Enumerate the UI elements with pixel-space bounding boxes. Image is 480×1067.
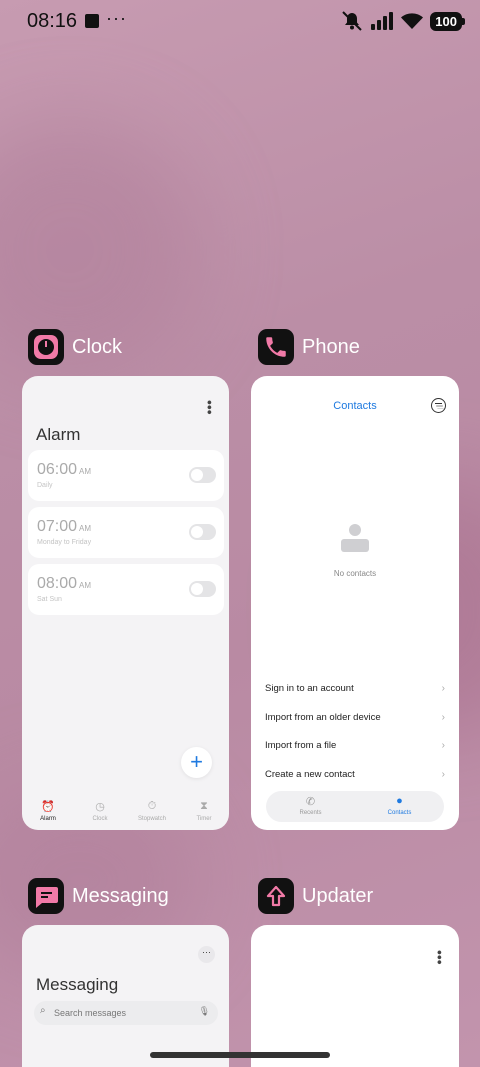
chevron-right-icon: › — [441, 712, 445, 723]
tab-clock[interactable]: ◷ Clock — [77, 796, 123, 830]
alarm-ampm: AM — [79, 467, 92, 476]
option-label: Import from a file — [265, 740, 337, 751]
messaging-page-title: Messaging — [36, 975, 119, 994]
phone-icon: ✆ — [305, 796, 316, 808]
clock-app-card[interactable]: ••• Alarm 06:00 AM Daily 07:00 AM Monday t… — [22, 376, 229, 830]
tab-label: Timer — [196, 816, 212, 822]
search-icon: ⌕ — [40, 1005, 46, 1016]
clock-app-header[interactable]: Clock — [28, 329, 122, 365]
signal-icon — [371, 12, 394, 30]
tab-label: Alarm — [40, 816, 56, 822]
battery-indicator: 100 — [430, 11, 465, 31]
contacts-title: Contacts — [333, 400, 377, 412]
messaging-app-header[interactable]: Messaging — [28, 878, 169, 914]
alarm-time: 06:00 — [37, 461, 78, 478]
search-messages-input[interactable]: ⌕ Search messages 🎙 — [34, 1001, 218, 1025]
alarm-item[interactable]: 08:00 AM Sat Sun — [28, 564, 224, 615]
tab-stopwatch[interactable]: ⏱ Stopwatch — [129, 796, 175, 830]
phone-app-icon[interactable] — [258, 329, 294, 365]
alarm-repeat: Daily — [37, 482, 53, 489]
empty-state-text: No contacts — [333, 569, 377, 578]
alarm-page-title: Alarm — [36, 425, 81, 444]
tab-label: Stopwatch — [137, 816, 167, 822]
create-contact-option[interactable]: Create a new contact › — [265, 769, 445, 785]
phone-app-card[interactable]: Contacts No contacts Sign in to an accou… — [251, 376, 459, 830]
clock-tab-bar: ⏰ Alarm ◷ Clock ⏱ Stopwatch ⧗ Timer — [22, 796, 229, 830]
status-time: 08:16 — [27, 10, 78, 32]
updater-app-name: Updater — [302, 884, 374, 907]
sign-in-option[interactable]: Sign in to an account › — [265, 683, 445, 699]
clock-icon: ◷ — [95, 801, 105, 813]
tab-label: Contacts — [387, 810, 412, 816]
person-icon — [341, 524, 369, 554]
phone-app-header[interactable]: Phone — [258, 329, 360, 365]
chevron-right-icon: › — [441, 740, 445, 751]
messaging-app-icon[interactable] — [28, 878, 64, 914]
filter-icon[interactable] — [431, 398, 446, 413]
alarm-toggle[interactable] — [189, 524, 216, 540]
alarm-item[interactable]: 06:00 AM Daily — [28, 450, 224, 501]
alarm-ampm: AM — [79, 581, 92, 590]
more-notifications-icon: ··· — [106, 8, 127, 28]
updater-app-header[interactable]: Updater — [258, 878, 373, 914]
import-file-option[interactable]: Import from a file › — [265, 740, 445, 756]
mute-icon — [342, 11, 363, 31]
updater-app-icon[interactable] — [258, 878, 294, 914]
add-alarm-button[interactable]: + — [181, 747, 212, 778]
updater-app-card[interactable]: ••• — [251, 925, 459, 1067]
tab-timer[interactable]: ⧗ Timer — [181, 796, 227, 830]
more-options-icon[interactable]: ••• — [432, 950, 448, 965]
more-options-icon[interactable]: ••• — [202, 400, 218, 415]
wifi-icon — [401, 13, 424, 29]
more-options-button[interactable]: ··· — [198, 946, 215, 963]
alarm-clock-icon: ⏰ — [41, 801, 55, 813]
tab-label: Recents — [299, 810, 322, 816]
clock-app-name: Clock — [72, 335, 123, 358]
tab-recents[interactable]: ✆ Recents — [281, 791, 341, 822]
status-bar: 08:16 ··· 100 — [0, 0, 480, 44]
option-label: Create a new contact — [265, 769, 355, 780]
import-device-option[interactable]: Import from an older device › — [265, 712, 445, 728]
clock-app-icon[interactable] — [28, 329, 64, 365]
tab-alarm[interactable]: ⏰ Alarm — [25, 796, 71, 830]
alarm-repeat: Monday to Friday — [37, 539, 92, 546]
chevron-right-icon: › — [441, 683, 445, 694]
alarm-repeat: Sat Sun — [37, 596, 62, 603]
microphone-icon[interactable]: 🎙 — [199, 1006, 210, 1017]
option-label: Sign in to an account — [265, 683, 354, 694]
phone-app-name: Phone — [302, 335, 360, 358]
option-label: Import from an older device — [265, 712, 381, 723]
stopwatch-icon: ⏱ — [147, 800, 157, 812]
chevron-right-icon: › — [441, 769, 445, 780]
home-indicator[interactable] — [150, 1052, 330, 1058]
phone-tab-bar: ✆ Recents ● Contacts — [266, 791, 444, 822]
messaging-app-card[interactable]: ··· Messaging ⌕ Search messages 🎙 — [22, 925, 229, 1067]
messaging-app-name: Messaging — [72, 884, 169, 907]
search-placeholder: Search messages — [54, 1008, 127, 1018]
alarm-toggle[interactable] — [189, 581, 216, 597]
alarm-ampm: AM — [79, 524, 92, 533]
hourglass-icon: ⧗ — [200, 800, 208, 812]
alarm-time: 07:00 — [37, 518, 78, 535]
tab-label: Clock — [92, 816, 108, 822]
notification-icon — [85, 14, 99, 28]
alarm-time: 08:00 — [37, 575, 78, 592]
tab-contacts[interactable]: ● Contacts — [370, 791, 430, 822]
contact-icon: ● — [396, 795, 403, 807]
alarm-item[interactable]: 07:00 AM Monday to Friday — [28, 507, 224, 558]
alarm-toggle[interactable] — [189, 467, 216, 483]
